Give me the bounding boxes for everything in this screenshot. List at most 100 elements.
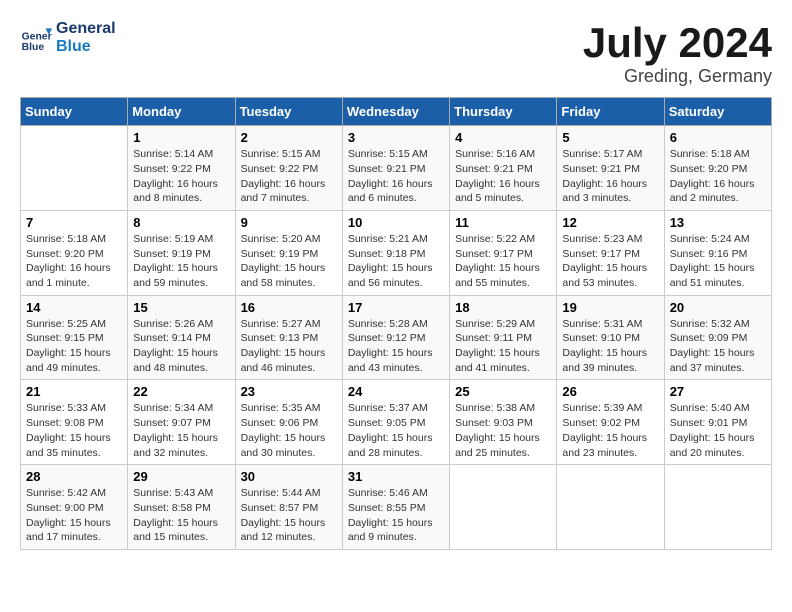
day-number: 16	[241, 300, 337, 315]
calendar-table: SundayMondayTuesdayWednesdayThursdayFrid…	[20, 97, 772, 550]
day-info: Sunrise: 5:23 AM Sunset: 9:17 PM Dayligh…	[562, 232, 658, 291]
calendar-cell: 20 Sunrise: 5:32 AM Sunset: 9:09 PM Dayli…	[664, 295, 771, 380]
calendar-cell: 22 Sunrise: 5:34 AM Sunset: 9:07 PM Dayli…	[128, 380, 235, 465]
day-number: 5	[562, 130, 658, 145]
day-number: 30	[241, 469, 337, 484]
day-info: Sunrise: 5:33 AM Sunset: 9:08 PM Dayligh…	[26, 401, 122, 460]
calendar-cell: 30 Sunrise: 5:44 AM Sunset: 8:57 PM Dayli…	[235, 465, 342, 550]
day-info: Sunrise: 5:42 AM Sunset: 9:00 PM Dayligh…	[26, 486, 122, 545]
location-subtitle: Greding, Germany	[583, 66, 772, 87]
calendar-cell	[557, 465, 664, 550]
column-header-wednesday: Wednesday	[342, 98, 449, 126]
day-number: 25	[455, 384, 551, 399]
calendar-cell: 17 Sunrise: 5:28 AM Sunset: 9:12 PM Dayli…	[342, 295, 449, 380]
day-number: 13	[670, 215, 766, 230]
month-year-title: July 2024	[583, 20, 772, 66]
day-info: Sunrise: 5:15 AM Sunset: 9:22 PM Dayligh…	[241, 147, 337, 206]
calendar-cell: 26Sunrise: 5:39 AM Sunset: 9:02 PM Dayli…	[557, 380, 664, 465]
calendar-week-row: 14 Sunrise: 5:25 AM Sunset: 9:15 PM Dayli…	[21, 295, 772, 380]
calendar-cell: 2 Sunrise: 5:15 AM Sunset: 9:22 PM Daylig…	[235, 126, 342, 211]
day-number: 24	[348, 384, 444, 399]
title-block: July 2024 Greding, Germany	[583, 20, 772, 87]
day-number: 9	[241, 215, 337, 230]
day-info: Sunrise: 5:44 AM Sunset: 8:57 PM Dayligh…	[241, 486, 337, 545]
calendar-cell: 19Sunrise: 5:31 AM Sunset: 9:10 PM Dayli…	[557, 295, 664, 380]
calendar-cell	[664, 465, 771, 550]
calendar-cell	[21, 126, 128, 211]
day-number: 31	[348, 469, 444, 484]
day-number: 28	[26, 469, 122, 484]
day-number: 12	[562, 215, 658, 230]
calendar-cell: 3Sunrise: 5:15 AM Sunset: 9:21 PM Daylig…	[342, 126, 449, 211]
calendar-cell: 16Sunrise: 5:27 AM Sunset: 9:13 PM Dayli…	[235, 295, 342, 380]
calendar-cell: 11 Sunrise: 5:22 AM Sunset: 9:17 PM Dayli…	[450, 210, 557, 295]
calendar-cell: 15 Sunrise: 5:26 AM Sunset: 9:14 PM Dayli…	[128, 295, 235, 380]
day-info: Sunrise: 5:34 AM Sunset: 9:07 PM Dayligh…	[133, 401, 229, 460]
day-number: 26	[562, 384, 658, 399]
calendar-week-row: 21Sunrise: 5:33 AM Sunset: 9:08 PM Dayli…	[21, 380, 772, 465]
day-number: 22	[133, 384, 229, 399]
day-info: Sunrise: 5:14 AM Sunset: 9:22 PM Dayligh…	[133, 147, 229, 206]
day-number: 1	[133, 130, 229, 145]
day-number: 18	[455, 300, 551, 315]
day-info: Sunrise: 5:26 AM Sunset: 9:14 PM Dayligh…	[133, 317, 229, 376]
calendar-cell: 28 Sunrise: 5:42 AM Sunset: 9:00 PM Dayli…	[21, 465, 128, 550]
day-number: 20	[670, 300, 766, 315]
day-info: Sunrise: 5:35 AM Sunset: 9:06 PM Dayligh…	[241, 401, 337, 460]
day-number: 2	[241, 130, 337, 145]
logo-blue: Blue	[56, 38, 116, 56]
calendar-cell: 31 Sunrise: 5:46 AM Sunset: 8:55 PM Dayli…	[342, 465, 449, 550]
day-info: Sunrise: 5:15 AM Sunset: 9:21 PM Dayligh…	[348, 147, 444, 206]
day-info: Sunrise: 5:21 AM Sunset: 9:18 PM Dayligh…	[348, 232, 444, 291]
day-number: 17	[348, 300, 444, 315]
day-info: Sunrise: 5:22 AM Sunset: 9:17 PM Dayligh…	[455, 232, 551, 291]
calendar-cell: 18 Sunrise: 5:29 AM Sunset: 9:11 PM Dayli…	[450, 295, 557, 380]
calendar-cell: 24 Sunrise: 5:37 AM Sunset: 9:05 PM Dayli…	[342, 380, 449, 465]
day-info: Sunrise: 5:28 AM Sunset: 9:12 PM Dayligh…	[348, 317, 444, 376]
day-number: 8	[133, 215, 229, 230]
day-number: 23	[241, 384, 337, 399]
day-info: Sunrise: 5:32 AM Sunset: 9:09 PM Dayligh…	[670, 317, 766, 376]
column-header-monday: Monday	[128, 98, 235, 126]
calendar-cell: 9 Sunrise: 5:20 AM Sunset: 9:19 PM Daylig…	[235, 210, 342, 295]
calendar-week-row: 7 Sunrise: 5:18 AM Sunset: 9:20 PM Daylig…	[21, 210, 772, 295]
day-info: Sunrise: 5:46 AM Sunset: 8:55 PM Dayligh…	[348, 486, 444, 545]
calendar-cell: 1 Sunrise: 5:14 AM Sunset: 9:22 PM Daylig…	[128, 126, 235, 211]
day-info: Sunrise: 5:17 AM Sunset: 9:21 PM Dayligh…	[562, 147, 658, 206]
logo-icon: General Blue	[20, 22, 52, 54]
calendar-cell: 21Sunrise: 5:33 AM Sunset: 9:08 PM Dayli…	[21, 380, 128, 465]
day-info: Sunrise: 5:16 AM Sunset: 9:21 PM Dayligh…	[455, 147, 551, 206]
calendar-cell: 6Sunrise: 5:18 AM Sunset: 9:20 PM Daylig…	[664, 126, 771, 211]
day-number: 7	[26, 215, 122, 230]
day-number: 14	[26, 300, 122, 315]
svg-text:General: General	[22, 31, 52, 42]
day-number: 10	[348, 215, 444, 230]
day-info: Sunrise: 5:18 AM Sunset: 9:20 PM Dayligh…	[26, 232, 122, 291]
day-info: Sunrise: 5:20 AM Sunset: 9:19 PM Dayligh…	[241, 232, 337, 291]
column-header-friday: Friday	[557, 98, 664, 126]
day-info: Sunrise: 5:19 AM Sunset: 9:19 PM Dayligh…	[133, 232, 229, 291]
calendar-cell	[450, 465, 557, 550]
column-header-saturday: Saturday	[664, 98, 771, 126]
calendar-cell: 23 Sunrise: 5:35 AM Sunset: 9:06 PM Dayli…	[235, 380, 342, 465]
day-info: Sunrise: 5:24 AM Sunset: 9:16 PM Dayligh…	[670, 232, 766, 291]
day-info: Sunrise: 5:25 AM Sunset: 9:15 PM Dayligh…	[26, 317, 122, 376]
calendar-cell: 14 Sunrise: 5:25 AM Sunset: 9:15 PM Dayli…	[21, 295, 128, 380]
day-info: Sunrise: 5:18 AM Sunset: 9:20 PM Dayligh…	[670, 147, 766, 206]
day-number: 19	[562, 300, 658, 315]
column-header-thursday: Thursday	[450, 98, 557, 126]
svg-text:Blue: Blue	[22, 42, 45, 53]
calendar-header-row: SundayMondayTuesdayWednesdayThursdayFrid…	[21, 98, 772, 126]
calendar-cell: 29Sunrise: 5:43 AM Sunset: 8:58 PM Dayli…	[128, 465, 235, 550]
day-number: 11	[455, 215, 551, 230]
day-number: 15	[133, 300, 229, 315]
logo: General Blue General Blue	[20, 20, 116, 55]
day-info: Sunrise: 5:29 AM Sunset: 9:11 PM Dayligh…	[455, 317, 551, 376]
logo-general: General	[56, 20, 116, 38]
day-number: 27	[670, 384, 766, 399]
page-header: General Blue General Blue July 2024 Gred…	[20, 20, 772, 87]
calendar-week-row: 28 Sunrise: 5:42 AM Sunset: 9:00 PM Dayli…	[21, 465, 772, 550]
calendar-cell: 13 Sunrise: 5:24 AM Sunset: 9:16 PM Dayli…	[664, 210, 771, 295]
calendar-cell: 27Sunrise: 5:40 AM Sunset: 9:01 PM Dayli…	[664, 380, 771, 465]
day-info: Sunrise: 5:37 AM Sunset: 9:05 PM Dayligh…	[348, 401, 444, 460]
